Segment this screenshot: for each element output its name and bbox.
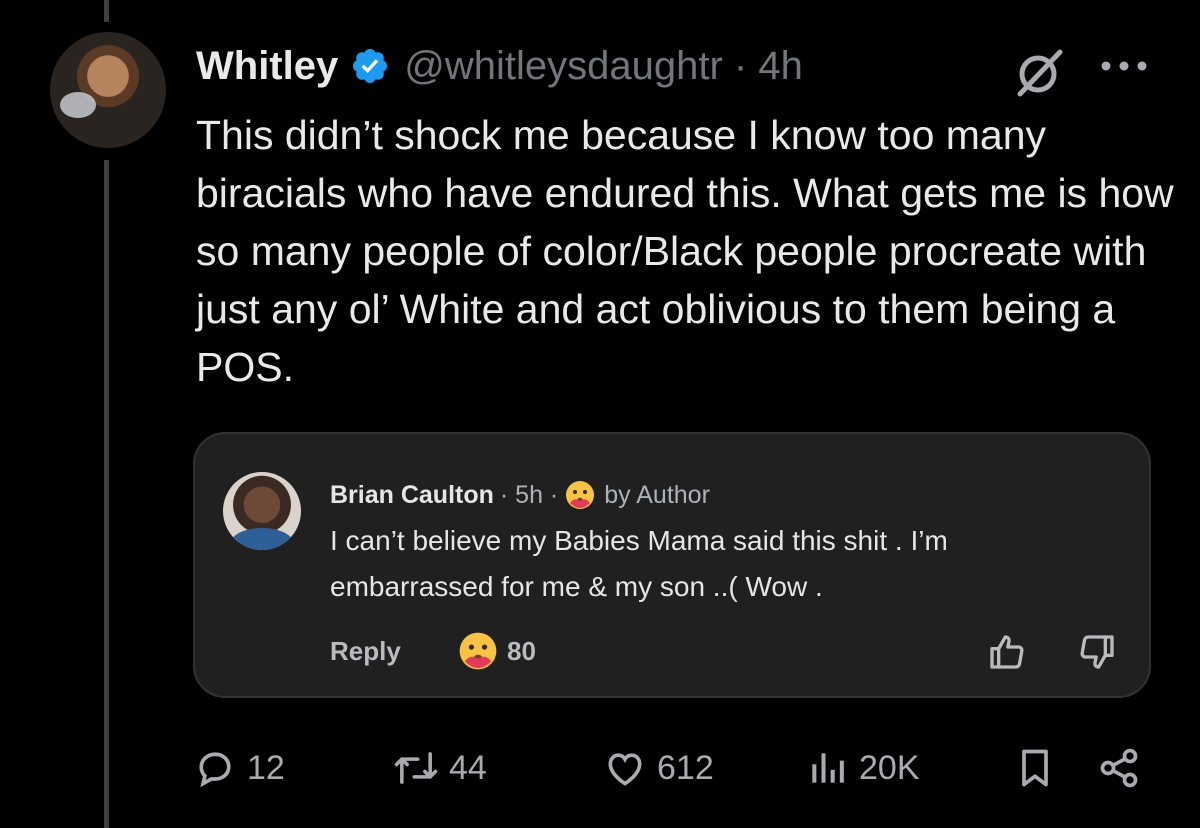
thumbs-down-icon[interactable] [1077, 632, 1117, 672]
like-button[interactable]: 612 [603, 746, 714, 790]
author-avatar[interactable] [50, 32, 166, 148]
hug-face-emoji-icon [457, 630, 499, 672]
views-icon [805, 746, 849, 790]
like-count: 612 [657, 748, 714, 787]
comment-time: · 5h · [499, 480, 559, 509]
grok-icon[interactable] [1012, 44, 1068, 100]
comment-reply-button[interactable]: Reply [330, 636, 401, 667]
like-icon [603, 746, 647, 790]
retweet-icon [393, 746, 439, 790]
hug-face-emoji-icon [564, 479, 596, 511]
reaction-count: 80 [507, 635, 536, 666]
retweet-count: 44 [449, 748, 487, 787]
reply-count: 12 [247, 748, 285, 787]
share-button[interactable] [1095, 746, 1143, 795]
view-count: 20K [859, 748, 920, 787]
reply-button[interactable]: 12 [193, 746, 285, 790]
author-name[interactable]: Whitley [196, 44, 338, 89]
bookmark-icon [1022, 749, 1048, 787]
reply-icon [193, 746, 237, 790]
comment-header: Brian Caulton · 5h · by Author [330, 478, 710, 512]
thumbs-up-icon[interactable] [987, 632, 1027, 672]
verified-badge-icon [350, 46, 390, 86]
more-dots-icon[interactable] [1098, 56, 1150, 76]
commenter-name[interactable]: Brian Caulton [330, 481, 494, 510]
views-button[interactable]: 20K [805, 746, 920, 790]
bookmark-button[interactable] [1013, 746, 1057, 795]
tweet-text: This didn’t shock me because I know too … [196, 112, 1174, 390]
thread-line-bottom [104, 160, 109, 828]
author-tag: by Author [604, 480, 710, 509]
comment-text: I can’t believe my Babies Mama said this… [330, 525, 948, 602]
tweet-action-bar: 12 44 612 20K [193, 736, 1153, 800]
comment-reaction[interactable]: 80 [457, 630, 536, 672]
share-icon [1100, 748, 1138, 788]
commenter-avatar[interactable] [223, 472, 301, 550]
tweet-header: Whitley @whitleysdaughtr · 4h [196, 40, 803, 92]
author-handle-time[interactable]: @whitleysdaughtr · 4h [404, 44, 803, 89]
thread-line-top [104, 0, 109, 22]
quoted-comment-card[interactable]: Brian Caulton · 5h · by Author I can’t b… [193, 432, 1151, 698]
retweet-button[interactable]: 44 [393, 746, 487, 790]
